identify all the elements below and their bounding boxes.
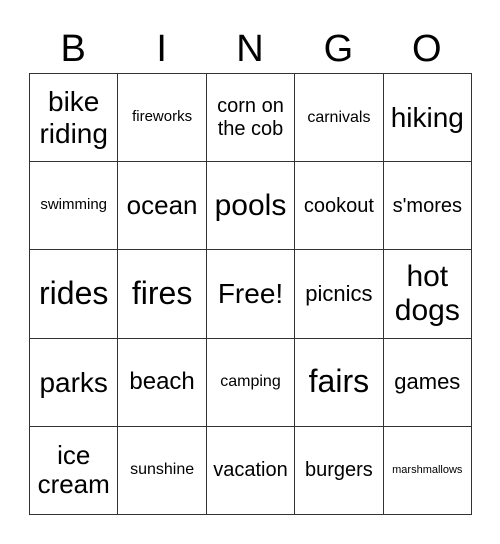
bingo-cell[interactable]: bike riding xyxy=(30,74,119,163)
bingo-cell-text: picnics xyxy=(305,280,373,306)
bingo-cell-text: carnivals xyxy=(307,108,371,126)
bingo-cell-text: parks xyxy=(39,366,108,398)
bingo-cell-text: hiking xyxy=(390,101,464,133)
bingo-cell[interactable]: ice cream xyxy=(30,426,119,515)
bingo-cell-text: fireworks xyxy=(132,108,193,126)
bingo-cell[interactable]: ocean xyxy=(118,162,207,251)
header-letter-i: I xyxy=(156,28,167,70)
bingo-cell-text: hot dogs xyxy=(394,260,460,327)
bingo-cell[interactable]: beach xyxy=(118,338,207,427)
header-letter-n: N xyxy=(236,28,264,70)
bingo-cell-text: burgers xyxy=(304,459,373,482)
bingo-cell-text: cookout xyxy=(303,194,374,217)
bingo-cell-text: ocean xyxy=(126,190,198,221)
bingo-cell[interactable]: pools xyxy=(206,162,296,251)
bingo-cell[interactable]: fireworks xyxy=(118,74,207,163)
bingo-cell[interactable]: burgers xyxy=(295,426,384,515)
bingo-cell[interactable]: fairs xyxy=(295,338,384,427)
header-letter-o: O xyxy=(412,28,442,70)
bingo-cell-text: beach xyxy=(129,367,195,395)
bingo-cell-text: camping xyxy=(220,373,281,391)
bingo-cell-text: marshmallows xyxy=(392,464,463,477)
bingo-cell-text: fires xyxy=(131,275,193,312)
bingo-cell-text: rides xyxy=(39,275,109,312)
bingo-cell[interactable]: s'mores xyxy=(383,162,472,251)
bingo-cell-text: s'mores xyxy=(392,194,462,217)
bingo-cell-text: swimming xyxy=(40,196,108,214)
bingo-cell[interactable]: hiking xyxy=(383,74,472,163)
bingo-cell[interactable]: marshmallows xyxy=(383,426,472,515)
bingo-cell[interactable]: Free! xyxy=(206,250,296,339)
bingo-cell-text: corn on the cob xyxy=(217,95,284,140)
bingo-cell[interactable]: fires xyxy=(118,250,207,339)
bingo-cell[interactable]: cookout xyxy=(295,162,384,251)
header-letter-g: G xyxy=(323,28,354,70)
bingo-cell[interactable]: carnivals xyxy=(295,74,384,163)
bingo-cell[interactable]: games xyxy=(383,338,472,427)
bingo-cell[interactable]: sunshine xyxy=(118,426,207,515)
bingo-cell[interactable]: corn on the cob xyxy=(206,74,296,163)
bingo-cell[interactable]: camping xyxy=(206,338,296,427)
bingo-card-grid: bike riding fireworks corn on the cob carni… xyxy=(29,73,472,515)
bingo-cell-text: bike riding xyxy=(39,86,108,149)
header-letter-b: B xyxy=(60,28,86,70)
bingo-cell[interactable]: parks xyxy=(30,338,119,427)
bingo-cell[interactable]: vacation xyxy=(206,426,296,515)
bingo-cell-text: vacation xyxy=(213,459,288,482)
bingo-cell-text: games xyxy=(394,368,461,394)
bingo-cell-text: fairs xyxy=(308,363,370,400)
bingo-cell[interactable]: swimming xyxy=(30,162,119,251)
bingo-cell-text: sunshine xyxy=(130,461,195,479)
bingo-cell[interactable]: rides xyxy=(30,250,119,339)
bingo-cell-text: ice cream xyxy=(37,440,110,500)
bingo-cell-text: Free! xyxy=(217,278,284,310)
bingo-cell-text: pools xyxy=(214,188,287,222)
bingo-cell[interactable]: hot dogs xyxy=(383,250,472,339)
bingo-cell[interactable]: picnics xyxy=(295,250,384,339)
bingo-header: B I N G O xyxy=(29,26,471,72)
